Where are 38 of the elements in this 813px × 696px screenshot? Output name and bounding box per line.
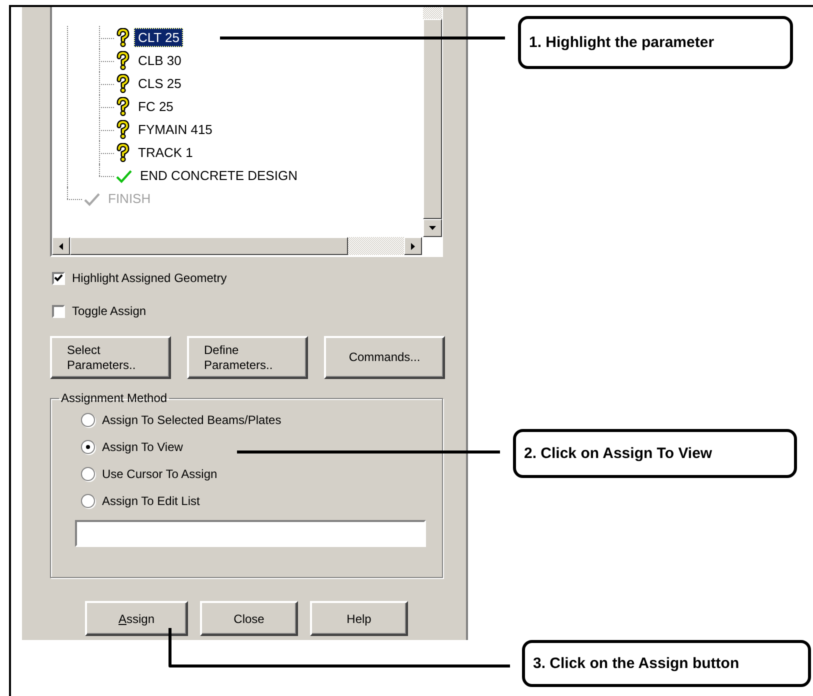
group-title: Assignment Method: [60, 391, 168, 405]
tree-item[interactable]: TRACK 1: [134, 143, 197, 162]
dialog-button[interactable]: Assign: [85, 601, 188, 636]
scroll-down-button[interactable]: [423, 219, 442, 237]
scrollbar-thumb[interactable]: [70, 237, 348, 255]
down-arrow-icon: [429, 226, 436, 230]
radio-button[interactable]: [81, 413, 95, 427]
radio-label: Assign To View: [102, 440, 183, 454]
tree-item[interactable]: CLS 25: [134, 74, 186, 93]
tree-item[interactable]: END CONCRETE DESIGN: [136, 166, 302, 185]
dialog-button[interactable]: Define Parameters..: [187, 336, 308, 379]
horizontal-scrollbar[interactable]: [52, 237, 422, 255]
callout-box: 1. Highlight the parameter: [518, 16, 793, 69]
left-arrow-icon: [59, 242, 63, 250]
checkbox[interactable]: [52, 304, 65, 318]
right-arrow-icon: [411, 242, 415, 250]
checkbox-label: Toggle Assign: [72, 304, 146, 318]
radio-button[interactable]: [81, 467, 95, 481]
dialog-button[interactable]: Close: [200, 601, 298, 636]
callout-box: 2. Click on Assign To View: [513, 429, 797, 478]
scroll-left-button[interactable]: [52, 237, 70, 255]
tree-item[interactable]: CLB 30: [134, 51, 186, 70]
radio-label: Assign To Edit List: [102, 494, 200, 508]
dialog-button[interactable]: Help: [310, 601, 408, 636]
radio-label: Use Cursor To Assign: [102, 467, 218, 481]
tree-item[interactable]: FYMAIN 415: [134, 120, 216, 139]
edit-list-field[interactable]: [75, 520, 426, 547]
radio-label: Assign To Selected Beams/Plates: [102, 413, 282, 427]
dialog-button[interactable]: Select Parameters..: [50, 336, 171, 379]
radio-button[interactable]: [81, 494, 95, 508]
dialog-button[interactable]: Commands...: [324, 336, 445, 379]
tree-item[interactable]: CLT 25: [134, 28, 184, 47]
radio-button[interactable]: [81, 440, 95, 454]
tree-item[interactable]: FC 25: [134, 97, 178, 116]
checkbox[interactable]: [52, 272, 65, 284]
callout-box: 3. Click on the Assign button: [522, 640, 811, 687]
checkbox-label: Highlight Assigned Geometry: [72, 271, 227, 285]
scroll-right-button[interactable]: [404, 237, 422, 255]
